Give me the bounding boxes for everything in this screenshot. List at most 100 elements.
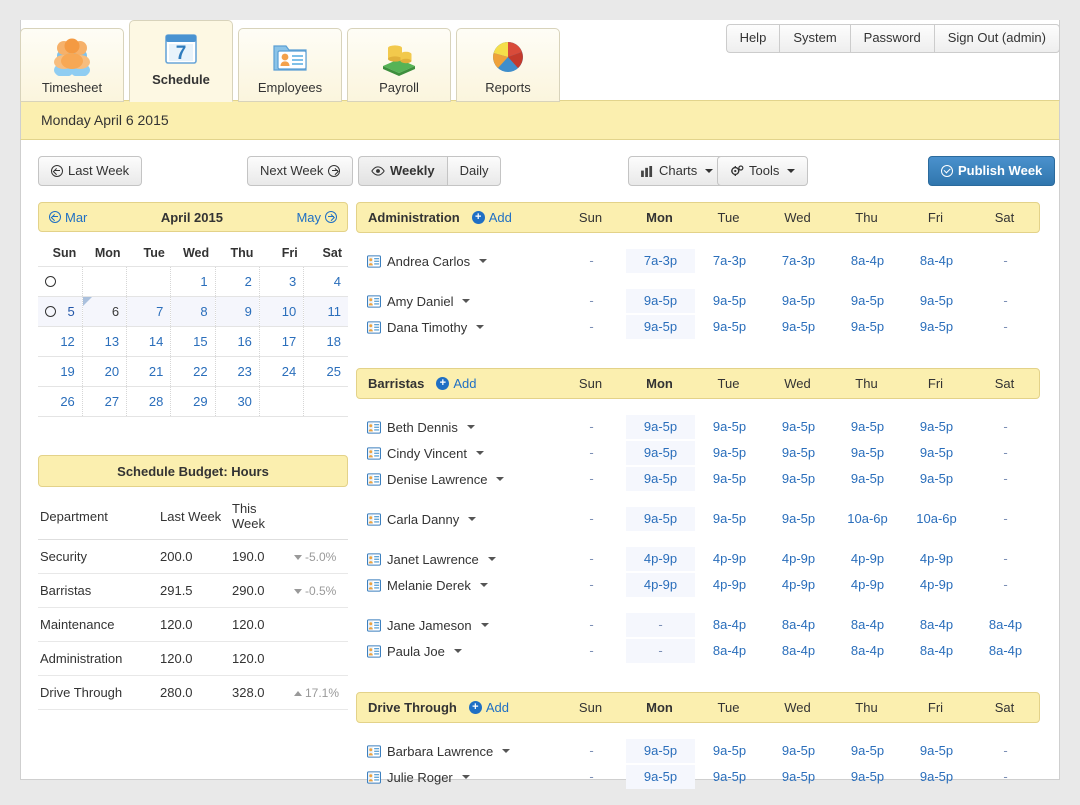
system-button[interactable]: System bbox=[779, 24, 849, 53]
employee-name-cell[interactable]: Paula Joe bbox=[356, 644, 557, 659]
tab-payroll[interactable]: Payroll bbox=[347, 28, 451, 102]
shift-cell-sat[interactable]: 8a-4p bbox=[971, 613, 1040, 637]
shift-cell-tue[interactable]: 9a-5p bbox=[695, 507, 764, 531]
calendar-day-2[interactable]: 2 bbox=[215, 267, 259, 297]
calendar-day-4[interactable]: 4 bbox=[304, 267, 348, 297]
employee-name-cell[interactable]: Jane Jameson bbox=[356, 618, 557, 633]
shift-cell-mon[interactable]: 9a-5p bbox=[626, 289, 695, 313]
calendar-day-17[interactable]: 17 bbox=[259, 327, 303, 357]
shift-cell-fri[interactable]: 4p-9p bbox=[902, 547, 971, 571]
shift-cell-sun[interactable]: - bbox=[557, 573, 626, 597]
password-button[interactable]: Password bbox=[850, 24, 934, 53]
daily-view-button[interactable]: Daily bbox=[447, 156, 502, 186]
shift-cell-thu[interactable]: 9a-5p bbox=[833, 415, 902, 439]
employee-name-cell[interactable]: Andrea Carlos bbox=[356, 254, 557, 269]
calendar-week-row[interactable]: 1234 bbox=[38, 267, 348, 297]
chevron-down-icon[interactable] bbox=[462, 299, 470, 303]
calendar-day-20[interactable]: 20 bbox=[82, 357, 126, 387]
help-button[interactable]: Help bbox=[726, 24, 780, 53]
shift-cell-wed[interactable]: 9a-5p bbox=[764, 289, 833, 313]
shift-cell-sun[interactable]: - bbox=[557, 639, 626, 663]
shift-cell-tue[interactable]: 4p-9p bbox=[695, 573, 764, 597]
shift-cell-mon[interactable]: - bbox=[626, 639, 695, 663]
shift-cell-thu[interactable]: 9a-5p bbox=[833, 441, 902, 465]
calendar-day-12[interactable]: 12 bbox=[38, 327, 82, 357]
prev-month-link[interactable]: Mar bbox=[49, 210, 87, 225]
shift-cell-fri[interactable]: 8a-4p bbox=[902, 639, 971, 663]
shift-cell-tue[interactable]: 4p-9p bbox=[695, 547, 764, 571]
calendar-day-14[interactable]: 14 bbox=[127, 327, 171, 357]
shift-cell-wed[interactable]: 9a-5p bbox=[764, 315, 833, 339]
shift-cell-thu[interactable]: 4p-9p bbox=[833, 547, 902, 571]
shift-cell-sun[interactable]: - bbox=[557, 315, 626, 339]
shift-cell-tue[interactable]: 9a-5p bbox=[695, 289, 764, 313]
chevron-down-icon[interactable] bbox=[496, 477, 504, 481]
chevron-down-icon[interactable] bbox=[462, 775, 470, 779]
shift-cell-sat[interactable]: - bbox=[971, 467, 1040, 491]
shift-cell-mon[interactable]: 4p-9p bbox=[626, 573, 695, 597]
shift-cell-thu[interactable]: 9a-5p bbox=[833, 765, 902, 789]
shift-cell-thu[interactable]: 9a-5p bbox=[833, 315, 902, 339]
calendar-day-16[interactable]: 16 bbox=[215, 327, 259, 357]
calendar-week-row[interactable]: 19202122232425 bbox=[38, 357, 348, 387]
shift-cell-tue[interactable]: 9a-5p bbox=[695, 315, 764, 339]
shift-cell-fri[interactable]: 9a-5p bbox=[902, 289, 971, 313]
next-month-link[interactable]: May bbox=[296, 210, 337, 225]
chevron-down-icon[interactable] bbox=[454, 649, 462, 653]
shift-cell-wed[interactable]: 8a-4p bbox=[764, 613, 833, 637]
shift-cell-thu[interactable]: 10a-6p bbox=[833, 507, 902, 531]
employee-name-cell[interactable]: Cindy Vincent bbox=[356, 446, 557, 461]
shift-cell-fri[interactable]: 8a-4p bbox=[902, 613, 971, 637]
employee-name-cell[interactable]: Carla Danny bbox=[356, 512, 557, 527]
shift-cell-thu[interactable]: 9a-5p bbox=[833, 289, 902, 313]
shift-cell-wed[interactable]: 9a-5p bbox=[764, 415, 833, 439]
shift-cell-sat[interactable]: - bbox=[971, 441, 1040, 465]
shift-cell-sun[interactable]: - bbox=[557, 441, 626, 465]
shift-cell-sun[interactable]: - bbox=[557, 547, 626, 571]
tab-employees[interactable]: Employees bbox=[238, 28, 342, 102]
calendar-day-26[interactable]: 26 bbox=[38, 387, 82, 417]
shift-cell-mon[interactable]: - bbox=[626, 613, 695, 637]
charts-dropdown-button[interactable]: Charts bbox=[628, 156, 726, 186]
employee-name-cell[interactable]: Beth Dennis bbox=[356, 420, 557, 435]
shift-cell-mon[interactable]: 9a-5p bbox=[626, 739, 695, 763]
publish-week-button[interactable]: Publish Week bbox=[928, 156, 1055, 186]
shift-cell-mon[interactable]: 9a-5p bbox=[626, 507, 695, 531]
calendar-week-row[interactable]: 12131415161718 bbox=[38, 327, 348, 357]
shift-cell-tue[interactable]: 7a-3p bbox=[695, 249, 764, 273]
chevron-down-icon[interactable] bbox=[488, 557, 496, 561]
shift-cell-fri[interactable]: 10a-6p bbox=[902, 507, 971, 531]
chevron-down-icon[interactable] bbox=[476, 451, 484, 455]
weekly-view-button[interactable]: Weekly bbox=[358, 156, 447, 186]
calendar-day-28[interactable]: 28 bbox=[127, 387, 171, 417]
shift-cell-fri[interactable]: 8a-4p bbox=[902, 249, 971, 273]
shift-cell-sat[interactable]: - bbox=[971, 547, 1040, 571]
shift-cell-wed[interactable]: 4p-9p bbox=[764, 547, 833, 571]
shift-cell-thu[interactable]: 4p-9p bbox=[833, 573, 902, 597]
calendar-day-21[interactable]: 21 bbox=[127, 357, 171, 387]
chevron-down-icon[interactable] bbox=[481, 623, 489, 627]
chevron-down-icon[interactable] bbox=[476, 325, 484, 329]
shift-cell-sat[interactable]: - bbox=[971, 573, 1040, 597]
shift-cell-thu[interactable]: 9a-5p bbox=[833, 739, 902, 763]
shift-cell-fri[interactable]: 4p-9p bbox=[902, 573, 971, 597]
chevron-down-icon[interactable] bbox=[467, 425, 475, 429]
shift-cell-sun[interactable]: - bbox=[557, 415, 626, 439]
employee-name-cell[interactable]: Janet Lawrence bbox=[356, 552, 557, 567]
shift-cell-fri[interactable]: 9a-5p bbox=[902, 739, 971, 763]
shift-cell-sun[interactable]: - bbox=[557, 739, 626, 763]
calendar-day-23[interactable]: 23 bbox=[215, 357, 259, 387]
calendar-day-3[interactable]: 3 bbox=[259, 267, 303, 297]
shift-cell-sat[interactable]: 8a-4p bbox=[971, 639, 1040, 663]
tab-schedule[interactable]: 7 Schedule bbox=[129, 20, 233, 102]
week-select-radio[interactable] bbox=[45, 276, 56, 287]
calendar-day-25[interactable]: 25 bbox=[304, 357, 348, 387]
shift-cell-sat[interactable]: - bbox=[971, 507, 1040, 531]
sign-out-button[interactable]: Sign Out (admin) bbox=[934, 24, 1060, 53]
shift-cell-sat[interactable]: - bbox=[971, 249, 1040, 273]
chevron-down-icon[interactable] bbox=[502, 749, 510, 753]
calendar-day-5[interactable]: 5 bbox=[38, 297, 82, 327]
shift-cell-mon[interactable]: 9a-5p bbox=[626, 765, 695, 789]
shift-cell-sat[interactable]: - bbox=[971, 739, 1040, 763]
shift-cell-tue[interactable]: 8a-4p bbox=[695, 639, 764, 663]
